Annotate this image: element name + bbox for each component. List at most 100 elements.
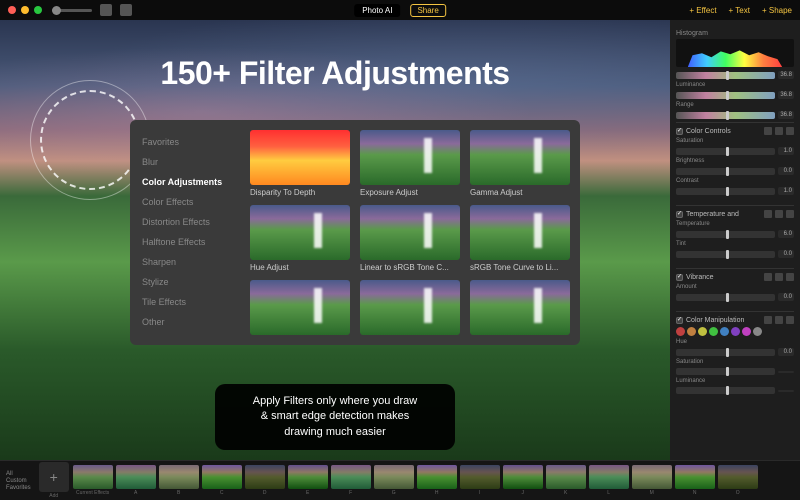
histogram-range-slider[interactable] <box>676 72 775 79</box>
add-preset-button[interactable]: + <box>39 462 69 492</box>
more-icon[interactable] <box>786 210 794 218</box>
preset-thumb[interactable]: C <box>202 465 242 496</box>
reset-icon[interactable] <box>775 316 783 324</box>
preset-thumb[interactable]: I <box>460 465 500 496</box>
filter-category[interactable]: Tile Effects <box>130 292 240 312</box>
filter-category[interactable]: Halftone Effects <box>130 232 240 252</box>
filter-category[interactable]: Blur <box>130 152 240 172</box>
filter-item[interactable]: Gamma Adjust <box>470 130 570 197</box>
preset-filter-tab[interactable]: Custom <box>6 478 31 484</box>
color-swatch[interactable] <box>753 327 762 336</box>
tooltip-line: drawing much easier <box>233 425 437 440</box>
close-icon[interactable] <box>8 6 16 14</box>
filter-category[interactable]: Sharpen <box>130 252 240 272</box>
group-checkbox[interactable] <box>676 128 683 135</box>
minimize-icon[interactable] <box>21 6 29 14</box>
preset-thumb[interactable]: F <box>331 465 371 496</box>
preset-thumb[interactable]: N <box>675 465 715 496</box>
slider-label: Saturation <box>676 138 794 144</box>
adjustment-slider[interactable] <box>676 349 775 356</box>
filter-item[interactable]: sRGB Tone Curve to Li... <box>470 205 570 272</box>
filter-item[interactable] <box>250 280 350 335</box>
reset-icon[interactable] <box>775 273 783 281</box>
color-swatch[interactable] <box>687 327 696 336</box>
preset-filter-tab[interactable]: All <box>6 471 31 477</box>
color-swatch[interactable] <box>709 327 718 336</box>
filter-item[interactable]: Linear to sRGB Tone C... <box>360 205 460 272</box>
slider-label: Amount <box>676 284 794 290</box>
slider-value: 0.0 <box>778 250 794 258</box>
preset-thumb[interactable]: D <box>245 465 285 496</box>
luminance-slider[interactable] <box>676 92 775 99</box>
more-icon[interactable] <box>786 127 794 135</box>
histogram-title: Histogram <box>676 30 794 37</box>
adjustment-slider[interactable] <box>676 188 775 195</box>
slider-value <box>778 371 794 373</box>
share-button[interactable]: Share <box>410 4 445 17</box>
preset-thumbnail-image <box>288 465 328 489</box>
preset-thumbnail-image <box>73 465 113 489</box>
color-swatch[interactable] <box>676 327 685 336</box>
preset-thumb[interactable]: A <box>116 465 156 496</box>
color-swatch[interactable] <box>731 327 740 336</box>
preset-thumb[interactable]: J <box>503 465 543 496</box>
preset-thumb[interactable]: G <box>374 465 414 496</box>
group-checkbox[interactable] <box>676 274 683 281</box>
help-tooltip: Apply Filters only where you draw & smar… <box>215 384 455 450</box>
add-effect-button[interactable]: + Effect <box>689 6 716 15</box>
preset-thumb[interactable]: K <box>546 465 586 496</box>
color-swatch[interactable] <box>742 327 751 336</box>
filter-item[interactable]: Disparity To Depth <box>250 130 350 197</box>
user-icon[interactable] <box>100 4 112 16</box>
add-shape-button[interactable]: + Shape <box>762 6 792 15</box>
filter-category[interactable]: Color Adjustments <box>130 172 240 192</box>
preset-thumb[interactable]: E <box>288 465 328 496</box>
adjustment-slider[interactable] <box>676 251 775 258</box>
reset-icon[interactable] <box>775 127 783 135</box>
filter-thumbnail <box>470 130 570 185</box>
filter-category[interactable]: Color Effects <box>130 192 240 212</box>
adjustment-slider[interactable] <box>676 148 775 155</box>
more-icon[interactable] <box>786 273 794 281</box>
filter-category[interactable]: Favorites <box>130 132 240 152</box>
preset-thumb[interactable]: M <box>632 465 672 496</box>
group-checkbox[interactable] <box>676 317 683 324</box>
range-slider[interactable] <box>676 112 775 119</box>
preset-filter-tab[interactable]: Favorites <box>6 485 31 491</box>
color-swatch[interactable] <box>698 327 707 336</box>
gear-icon[interactable] <box>764 273 772 281</box>
filter-category[interactable]: Other <box>130 312 240 332</box>
preset-thumb[interactable]: Current Effects <box>73 465 113 496</box>
preset-thumb[interactable]: O <box>718 465 758 496</box>
gear-icon[interactable] <box>764 316 772 324</box>
group-checkbox[interactable] <box>676 211 683 218</box>
filter-category[interactable]: Distortion Effects <box>130 212 240 232</box>
preset-label: J <box>503 490 543 496</box>
adjustment-slider[interactable] <box>676 368 775 375</box>
gear-icon[interactable] <box>764 210 772 218</box>
filter-item[interactable]: Exposure Adjust <box>360 130 460 197</box>
adjustment-slider[interactable] <box>676 294 775 301</box>
preset-thumb[interactable]: L <box>589 465 629 496</box>
preset-thumb[interactable]: H <box>417 465 457 496</box>
tool-icon[interactable] <box>120 4 132 16</box>
filter-category[interactable]: Stylize <box>130 272 240 292</box>
filter-item[interactable]: Hue Adjust <box>250 205 350 272</box>
adjustment-slider[interactable] <box>676 231 775 238</box>
adjustment-slider[interactable] <box>676 168 775 175</box>
filter-item[interactable] <box>470 280 570 335</box>
color-swatch[interactable] <box>720 327 729 336</box>
gear-icon[interactable] <box>764 127 772 135</box>
canvas[interactable]: 150+ Filter Adjustments FavoritesBlurCol… <box>0 20 670 460</box>
reset-icon[interactable] <box>775 210 783 218</box>
preset-thumbnail-image <box>503 465 543 489</box>
preset-thumb[interactable]: B <box>159 465 199 496</box>
filter-item[interactable] <box>360 280 460 335</box>
adjustment-slider[interactable] <box>676 387 775 394</box>
more-icon[interactable] <box>786 316 794 324</box>
zoom-slider[interactable] <box>52 9 92 12</box>
preset-thumbnail-image <box>589 465 629 489</box>
maximize-icon[interactable] <box>34 6 42 14</box>
brush-selection-circle[interactable] <box>40 90 140 190</box>
add-text-button[interactable]: + Text <box>729 6 750 15</box>
